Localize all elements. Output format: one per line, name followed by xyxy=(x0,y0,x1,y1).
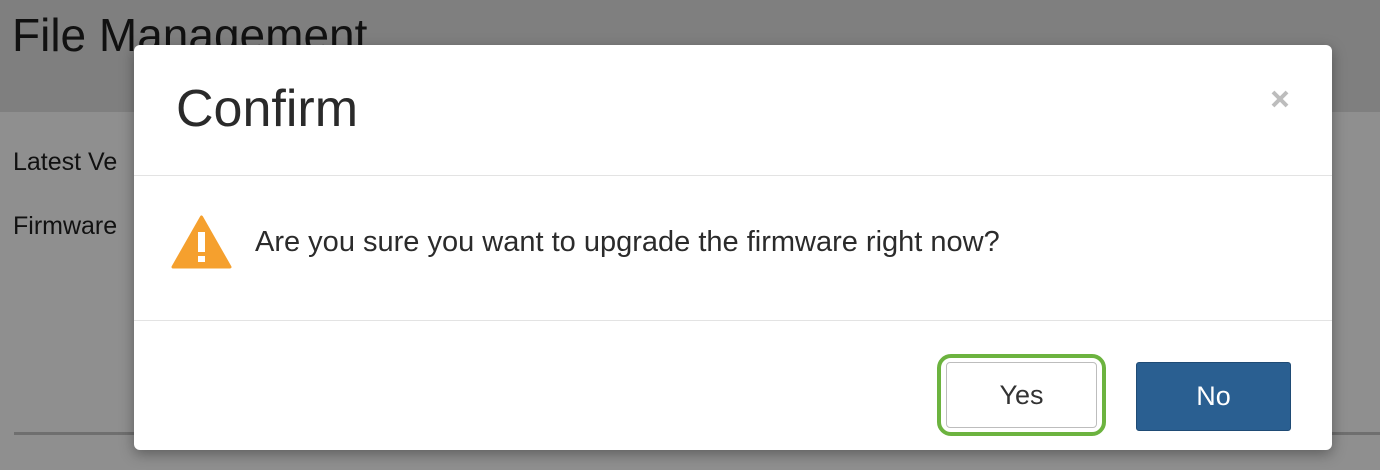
close-icon xyxy=(1271,90,1289,108)
no-button[interactable]: No xyxy=(1136,362,1291,431)
dialog-message: Are you sure you want to upgrade the fir… xyxy=(255,226,1000,258)
close-button[interactable] xyxy=(1264,83,1296,115)
firmware-label: Firmware xyxy=(13,212,118,240)
latest-version-label: Latest Ve xyxy=(13,148,118,176)
warning-triangle-icon xyxy=(171,215,232,269)
dialog-header: Confirm xyxy=(134,45,1332,176)
confirm-dialog: Confirm Are you sure you want to upgrade… xyxy=(134,45,1332,450)
dialog-footer: Yes No xyxy=(134,321,1332,450)
dialog-title: Confirm xyxy=(176,80,359,138)
dialog-body: Are you sure you want to upgrade the fir… xyxy=(134,176,1332,321)
yes-button[interactable]: Yes xyxy=(946,362,1097,428)
